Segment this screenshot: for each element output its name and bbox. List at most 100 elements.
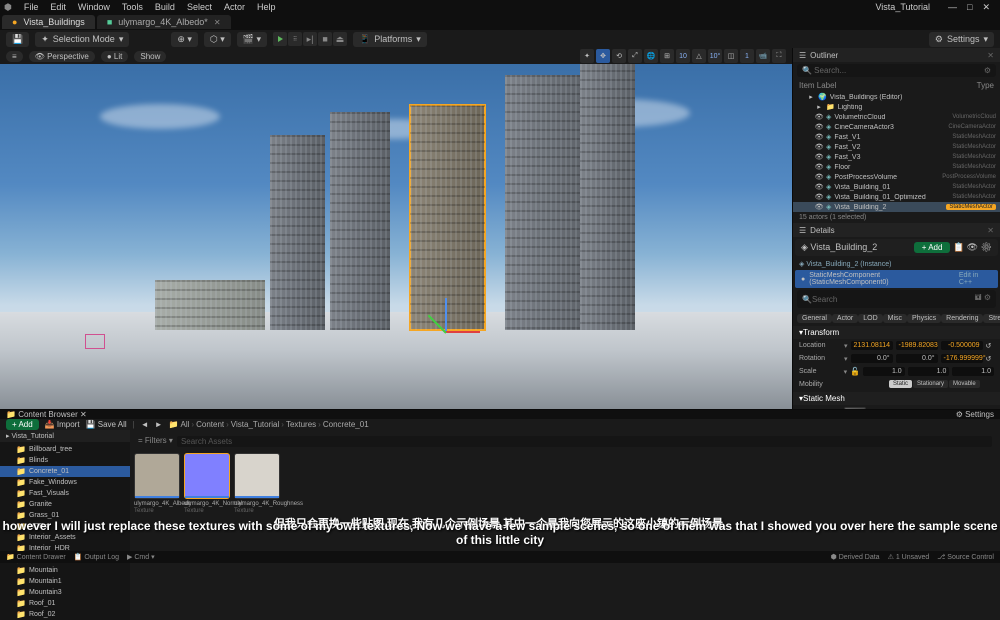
details-tab[interactable]: ☰ Details ✕ [793, 223, 1000, 237]
play-options[interactable]: ⠿ [288, 32, 302, 46]
asset-thumbnail[interactable]: ulymargo_4K_NormalTexture [184, 453, 230, 514]
snap-scale[interactable]: ◫ [724, 49, 738, 63]
tree-folder[interactable]: 📁Fast_Visuals [0, 488, 130, 499]
outliner-item[interactable]: 👁◈CineCameraActor3CineCameraActor [793, 122, 1000, 132]
close-icon[interactable]: ✕ [982, 2, 990, 13]
outliner-item[interactable]: 👁◈Vista_Building_01_OptimizedStaticMeshA… [793, 192, 1000, 202]
crumb-textures[interactable]: Textures [286, 420, 316, 429]
snap-scale-size[interactable]: 1 [740, 49, 754, 63]
crumb-all[interactable]: All [181, 420, 190, 429]
sequence-button[interactable]: 🎬 ▾ [237, 32, 267, 47]
save-button[interactable]: 💾 [6, 32, 29, 47]
filter-chip[interactable]: Actor [832, 314, 858, 323]
tree-folder[interactable]: 📁Mountain3 [0, 587, 130, 598]
crumb-concrete[interactable]: Concrete_01 [323, 420, 369, 429]
outliner-item[interactable]: 👁◈FloorStaticMeshActor [793, 162, 1000, 172]
tree-folder[interactable]: 📁HDRs [0, 521, 130, 532]
outliner-item[interactable]: 👁◈VolumetricCloudVolumetricCloud [793, 112, 1000, 122]
menu-window[interactable]: Window [78, 2, 110, 12]
tree-folder[interactable]: 📁Concrete_01 [0, 466, 130, 477]
filter-chip[interactable]: Physics [907, 314, 941, 323]
snap-angle[interactable]: △ [692, 49, 706, 63]
perspective-dropdown[interactable]: 👁 Perspective [29, 51, 95, 62]
tree-folder[interactable]: 📁Blinds [0, 455, 130, 466]
mobility-static[interactable]: Static [889, 380, 912, 388]
menu-file[interactable]: File [24, 2, 39, 12]
cb-import-button[interactable]: 📥 Import [45, 420, 80, 429]
selection-mode[interactable]: ✦ Selection Mode ▾ [35, 32, 129, 47]
crumb-vista[interactable]: Vista_Tutorial [231, 420, 279, 429]
tree-folder[interactable]: 📁Interior_Assets [0, 532, 130, 543]
menu-actor[interactable]: Actor [224, 2, 245, 12]
gizmo-scale[interactable]: ⤢ [628, 49, 642, 63]
tree-folder[interactable]: 📁Roof_01 [0, 598, 130, 609]
close-tab-icon[interactable]: ✕ [214, 18, 221, 27]
cb-save-button[interactable]: 💾 Save All [86, 420, 127, 429]
lit-dropdown[interactable]: ● Lit [101, 51, 129, 62]
minimize-icon[interactable]: — [948, 2, 957, 13]
stop-button[interactable]: ■ [318, 32, 332, 46]
tree-folder[interactable]: 📁Mountain [0, 565, 130, 576]
unsaved-indicator[interactable]: ⚠ 1 Unsaved [888, 553, 930, 561]
camera-speed[interactable]: 📹 [756, 49, 770, 63]
tree-folder[interactable]: 📁Billboard_tree [0, 444, 130, 455]
asset-search[interactable]: Search Assets [177, 436, 992, 447]
cb-nav-back[interactable]: ◄ [141, 420, 149, 429]
outliner-tab[interactable]: ☰ Outliner ✕ [793, 48, 1000, 62]
outliner-search[interactable]: 🔍 Search... ⚙ [797, 64, 996, 77]
viewport-menu[interactable]: ≡ [6, 51, 23, 62]
filter-chip[interactable]: Misc [883, 314, 907, 323]
source-control[interactable]: ⎇ Source Control [937, 553, 994, 561]
derived-data[interactable]: ⬢ Derived Data [831, 553, 880, 561]
outliner-item[interactable]: 👁◈Fast_V2StaticMeshActor [793, 142, 1000, 152]
tree-folder[interactable]: 📁Roof_02 [0, 609, 130, 620]
tab-level[interactable]: ● Vista_Buildings [2, 15, 95, 29]
outliner-item[interactable]: 👁◈Vista_Building_01StaticMeshActor [793, 182, 1000, 192]
crumb-content[interactable]: Content [196, 420, 224, 429]
reset-icon[interactable]: ↺ [986, 355, 992, 363]
outliner-tree[interactable]: ▸🌍Vista_Buildings (Editor) ▸📁Lighting 👁◈… [793, 92, 1000, 212]
content-drawer-toggle[interactable]: 📁 Content Drawer [6, 553, 66, 561]
lock-icon[interactable]: 🔓 [850, 367, 860, 376]
eject-button[interactable]: ⏏ [333, 32, 347, 46]
snap-grid[interactable]: ⊞ [660, 49, 674, 63]
content-browser-tab[interactable]: 📁 Content Browser ✕ [6, 410, 87, 419]
source-tree-header[interactable]: ▸ Vista_Tutorial [0, 430, 130, 442]
mobility-movable[interactable]: Movable [949, 380, 980, 388]
outliner-item[interactable]: 👁◈PostProcessVolumePostProcessVolume [793, 172, 1000, 182]
menu-select[interactable]: Select [187, 2, 212, 12]
menu-help[interactable]: Help [257, 2, 276, 12]
tree-folder[interactable]: 📁Granite [0, 499, 130, 510]
menu-tools[interactable]: Tools [122, 2, 143, 12]
edit-cpp-link[interactable]: Edit in C++ [959, 272, 992, 286]
details-search[interactable]: 🔍 Search 🖬 ⚙ [797, 290, 996, 308]
coord-space[interactable]: 🌐 [644, 49, 658, 63]
filter-chip[interactable]: General [797, 314, 832, 323]
menu-edit[interactable]: Edit [50, 2, 66, 12]
asset-thumbnail[interactable]: ulymargo_4K_AlbedoTexture [134, 453, 180, 514]
filter-chip[interactable]: Streaming [983, 314, 1000, 323]
cb-nav-fwd[interactable]: ► [155, 420, 163, 429]
filters-button[interactable]: = Filters ▾ [138, 436, 173, 447]
snap-grid-size[interactable]: 10 [676, 49, 690, 63]
reset-icon[interactable]: ↺ [986, 342, 992, 350]
mobility-stationary[interactable]: Stationary [913, 380, 948, 388]
cmd-input[interactable]: ▶ Cmd ▾ [127, 553, 155, 561]
platforms-button[interactable]: 📱 Platforms ▾ [353, 32, 427, 47]
source-tree[interactable]: 📁Billboard_tree📁Blinds📁Concrete_01📁Fake_… [0, 430, 130, 620]
gizmo-translate[interactable]: ✥ [596, 49, 610, 63]
staticmesh-section[interactable]: ▾ Static Mesh [793, 392, 1000, 405]
add-content-button[interactable]: ⊕ ▾ [171, 32, 198, 47]
outliner-item[interactable]: 👁◈Fast_V1StaticMeshActor [793, 132, 1000, 142]
tab-asset[interactable]: ■ ulymargo_4K_Albedo* ✕ [97, 15, 231, 29]
filter-chip[interactable]: Rendering [941, 314, 983, 323]
show-dropdown[interactable]: Show [134, 51, 166, 62]
menu-build[interactable]: Build [155, 2, 175, 12]
skip-button[interactable]: ▸| [303, 32, 317, 46]
component-row[interactable]: ● StaticMeshComponent (StaticMeshCompone… [795, 270, 998, 288]
maximize-icon[interactable]: □ [967, 2, 972, 13]
add-component-button[interactable]: + Add [914, 242, 951, 253]
output-log-toggle[interactable]: 📋 Output Log [74, 553, 119, 561]
play-button[interactable] [273, 32, 287, 46]
transform-section[interactable]: ▾ Transform [793, 326, 1000, 339]
